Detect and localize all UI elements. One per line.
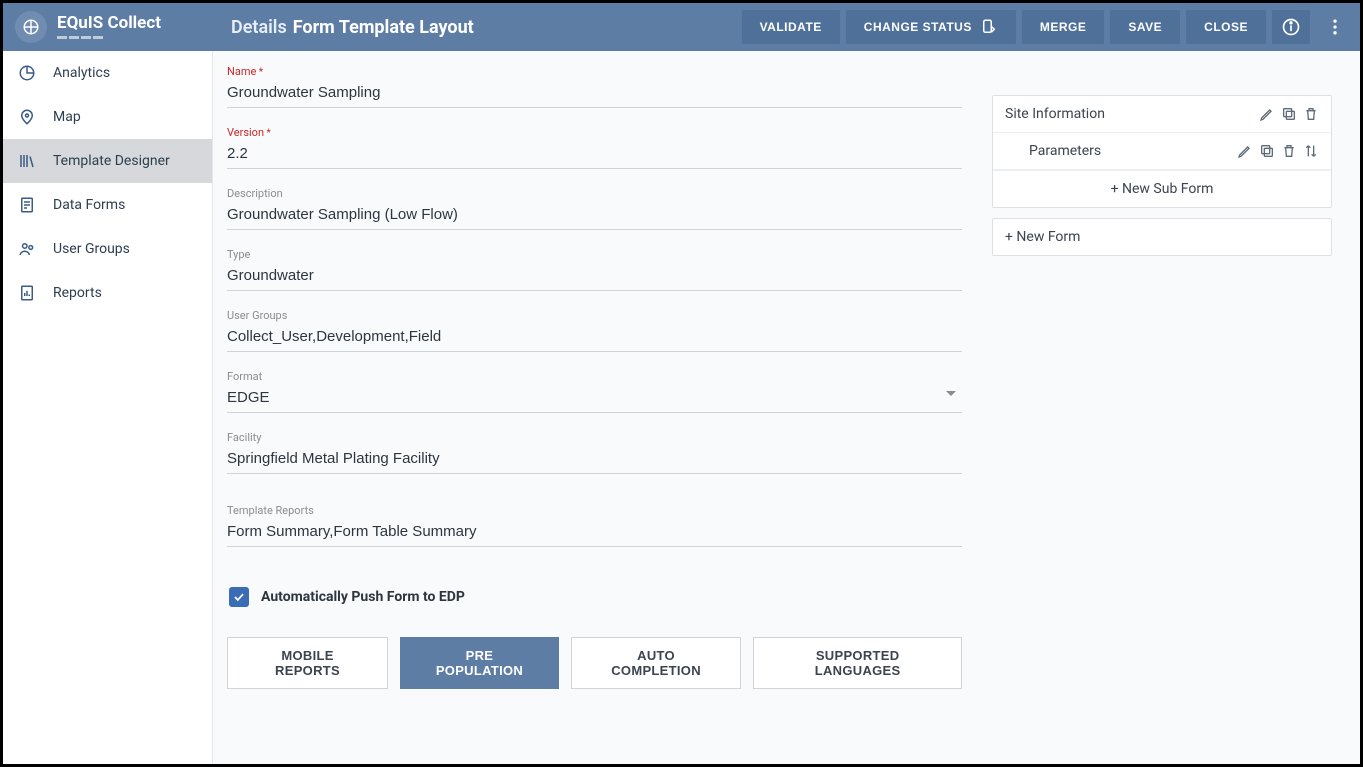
- kebab-icon: [1325, 17, 1345, 37]
- copy-button[interactable]: [1259, 143, 1275, 159]
- new-sub-form-button[interactable]: + New Sub Form: [993, 170, 1331, 207]
- facility-input[interactable]: [227, 446, 962, 474]
- info-button[interactable]: [1272, 10, 1310, 44]
- sidebar-item-reports[interactable]: Reports: [3, 271, 212, 315]
- copy-icon: [1281, 106, 1297, 122]
- sidebar-item-analytics[interactable]: Analytics: [3, 51, 212, 95]
- format-label: Format: [227, 370, 962, 383]
- delete-button[interactable]: [1303, 106, 1319, 122]
- new-form-button[interactable]: + New Form: [992, 218, 1332, 256]
- info-icon: [1281, 17, 1301, 37]
- sidebar-item-map[interactable]: Map: [3, 95, 212, 139]
- version-label: Version: [227, 126, 962, 139]
- version-input[interactable]: [227, 141, 962, 169]
- books-icon: [17, 151, 37, 171]
- touch-icon: [980, 18, 998, 36]
- usergroups-label: User Groups: [227, 309, 962, 322]
- tab-mobile-reports[interactable]: Mobile Reports: [227, 637, 388, 689]
- analytics-icon: [17, 63, 37, 83]
- pencil-icon: [1259, 106, 1275, 122]
- facility-label: Facility: [227, 431, 962, 444]
- sidebar-item-label: Template Designer: [53, 153, 170, 169]
- type-input[interactable]: [227, 263, 962, 291]
- app-subtitle: ▬▬▬▬: [57, 31, 161, 42]
- tab-auto-completion[interactable]: Auto Completion: [571, 637, 741, 689]
- tab-supported-languages[interactable]: Supported Languages: [753, 637, 962, 689]
- logo-area: EQuIS Collect ▬▬▬▬: [3, 11, 213, 43]
- sidebar-item-template-designer[interactable]: Template Designer: [3, 139, 212, 183]
- name-input[interactable]: [227, 80, 962, 108]
- topbar: EQuIS Collect ▬▬▬▬ Details Form Template…: [3, 3, 1360, 51]
- copy-button[interactable]: [1281, 106, 1297, 122]
- description-label: Description: [227, 187, 962, 200]
- change-status-button[interactable]: Change Status: [846, 10, 1016, 44]
- change-status-label: Change Status: [864, 20, 972, 34]
- copy-icon: [1259, 143, 1275, 159]
- form-tree-panel: Site Information Parameters: [992, 95, 1332, 208]
- main-content: Name Version Description Type User Group…: [213, 51, 1360, 764]
- form-tree-column: Site Information Parameters: [992, 65, 1332, 744]
- tree-node-parameters[interactable]: Parameters: [993, 133, 1331, 170]
- swap-vertical-icon: [1303, 143, 1319, 159]
- format-select[interactable]: [227, 385, 962, 413]
- sidebar-item-label: Data Forms: [53, 197, 125, 213]
- sidebar: Analytics Map Template Designer Data For…: [3, 51, 213, 764]
- report-icon: [17, 283, 37, 303]
- edit-button[interactable]: [1237, 143, 1253, 159]
- form-column: Name Version Description Type User Group…: [227, 65, 962, 744]
- description-input[interactable]: [227, 202, 962, 230]
- pencil-icon: [1237, 143, 1253, 159]
- autopush-label: Automatically Push Form to EDP: [261, 589, 465, 605]
- check-icon: [232, 590, 246, 604]
- app-title: EQuIS Collect: [57, 13, 161, 33]
- edit-button[interactable]: [1259, 106, 1275, 122]
- page-title: Form Template Layout: [293, 17, 474, 38]
- users-icon: [17, 239, 37, 259]
- sidebar-item-user-groups[interactable]: User Groups: [3, 227, 212, 271]
- tree-node-site-information[interactable]: Site Information: [993, 96, 1331, 133]
- type-label: Type: [227, 248, 962, 261]
- usergroups-input[interactable]: [227, 324, 962, 352]
- sidebar-item-data-forms[interactable]: Data Forms: [3, 183, 212, 227]
- template-reports-label: Template Reports: [227, 504, 962, 517]
- map-icon: [17, 107, 37, 127]
- delete-button[interactable]: [1281, 143, 1297, 159]
- autopush-checkbox[interactable]: [229, 587, 249, 607]
- trash-icon: [1281, 143, 1297, 159]
- form-icon: [17, 195, 37, 215]
- reorder-button[interactable]: [1303, 143, 1319, 159]
- trash-icon: [1303, 106, 1319, 122]
- sidebar-item-label: User Groups: [53, 241, 130, 257]
- template-reports-input[interactable]: [227, 519, 962, 547]
- validate-button[interactable]: Validate: [742, 10, 840, 44]
- app-logo-icon: [15, 11, 47, 43]
- save-button[interactable]: Save: [1110, 10, 1180, 44]
- page-section-title: Details: [231, 17, 287, 38]
- tree-node-label: Site Information: [1005, 106, 1105, 122]
- overflow-menu-button[interactable]: [1316, 10, 1354, 44]
- merge-button[interactable]: Merge: [1022, 10, 1105, 44]
- sidebar-item-label: Analytics: [53, 65, 110, 81]
- close-button[interactable]: Close: [1186, 10, 1266, 44]
- tree-node-label: Parameters: [1005, 143, 1101, 159]
- sidebar-item-label: Reports: [53, 285, 102, 301]
- name-label: Name: [227, 65, 962, 78]
- tab-pre-population[interactable]: Pre Population: [400, 637, 559, 689]
- sidebar-item-label: Map: [53, 109, 81, 125]
